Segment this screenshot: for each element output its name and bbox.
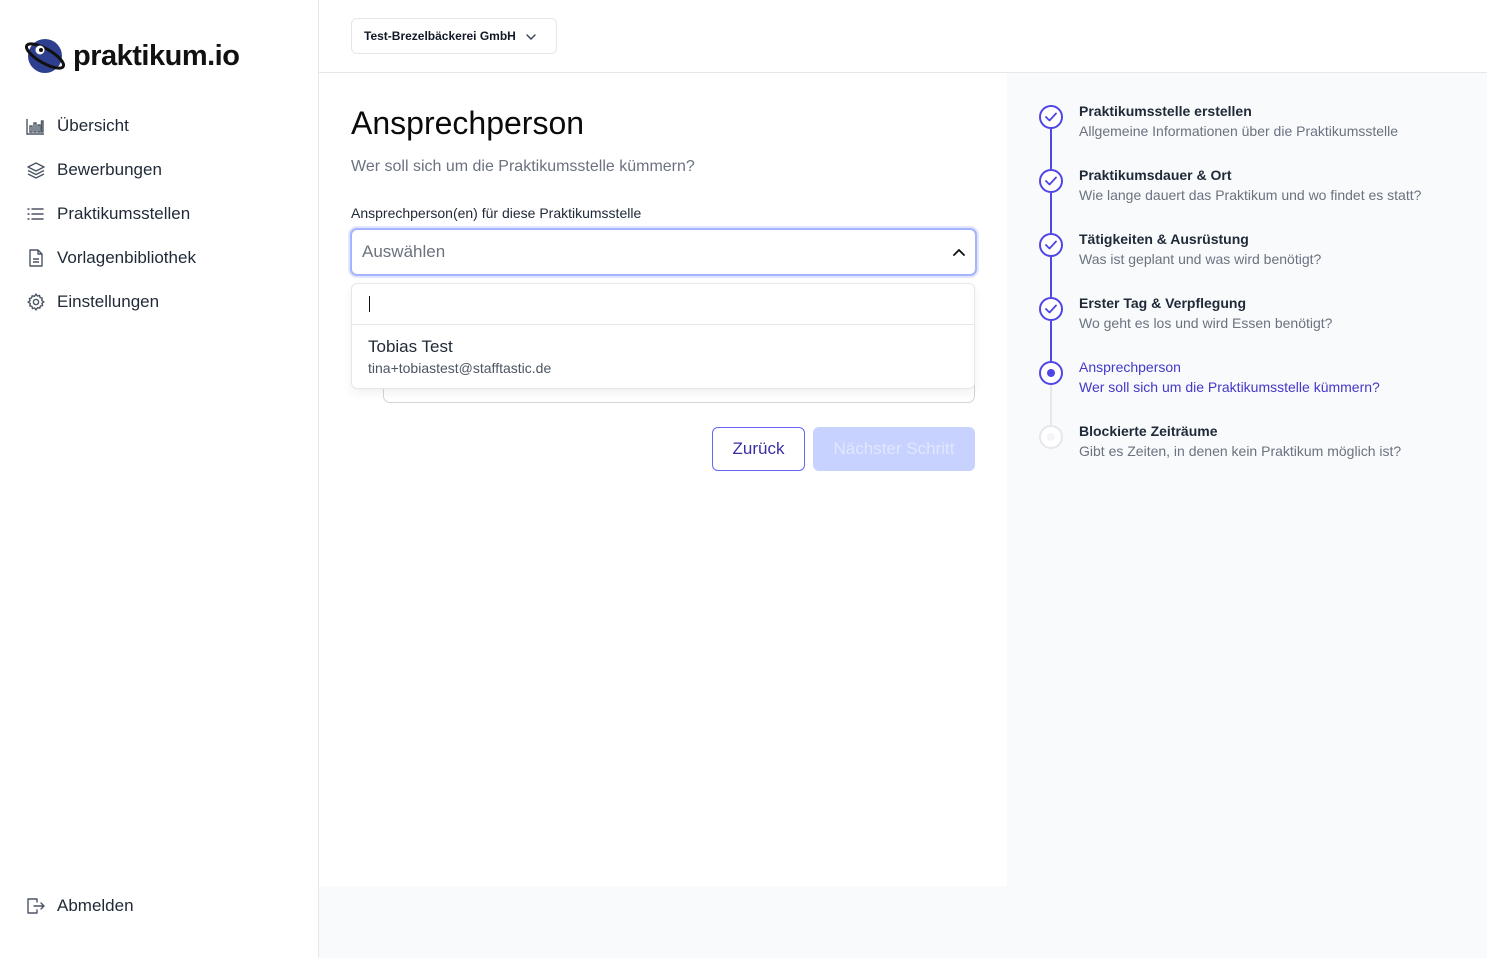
step-connector [1050,257,1052,297]
steps-panel: Praktikumsstelle erstellen Allgemeine In… [1007,73,1487,958]
back-button[interactable]: Zurück [712,427,805,471]
chevron-up-icon [953,243,965,261]
list-icon [26,205,45,224]
check-icon [1039,105,1063,129]
sidebar-item-label: Vorlagenbibliothek [57,248,196,267]
main-content: Ansprechperson Wer soll sich um die Prak… [319,73,1007,886]
step-title: Praktikumsstelle erstellen [1079,103,1252,119]
sidebar-item-label: Praktikumsstellen [57,204,191,223]
step-description: Allgemeine Informationen über die Prakti… [1079,123,1399,139]
step-description: Was ist geplant und was wird benötigt? [1079,251,1322,267]
contact-dropdown: Tobias Test tina+tobiastest@stafftastic.… [351,283,975,389]
next-step-button[interactable]: Nächster Schritt [813,427,975,471]
company-name: Test-Brezelbäckerei GmbH [364,29,516,43]
topbar: Test-Brezelbäckerei GmbH [319,0,1487,73]
option-name: Tobias Test [368,337,453,356]
sidebar-item-bewerbungen[interactable]: Bewerbungen [26,148,296,192]
logout-label: Abmelden [57,896,134,915]
page-subtitle: Wer soll sich um die Praktikumsstelle kü… [351,158,695,175]
sidebar-item-vorlagenbibliothek[interactable]: Vorlagenbibliothek [26,236,296,280]
step-title: Praktikumsdauer & Ort [1079,167,1232,183]
step-connector [1050,193,1052,233]
step-title: Tätigkeiten & Ausrüstung [1079,231,1249,247]
step-title: Erster Tag & Verpflegung [1079,295,1246,311]
step-description: Wo geht es los und wird Essen benötigt? [1079,315,1333,331]
step-description: Wie lange dauert das Praktikum und wo fi… [1079,187,1422,203]
sidebar-item-label: Einstellungen [57,292,160,311]
logout-icon [26,897,45,916]
check-icon [1039,233,1063,257]
current-step-dot-icon [1039,361,1063,385]
step-title: Blockierte Zeiträume [1079,423,1218,439]
dropdown-option[interactable]: Tobias Test tina+tobiastest@stafftastic.… [352,325,974,388]
sidebar-item-label: Übersicht [57,116,129,135]
step-description: Wer soll sich um die Praktikumsstelle kü… [1079,379,1380,395]
page-title: Ansprechperson [351,105,585,141]
step-connector [1050,129,1052,169]
brand-name: praktikum.io [73,39,240,72]
check-icon [1039,297,1063,321]
sidebar-nav: Übersicht Bewerbungen Praktikumsstellen … [26,104,296,324]
upcoming-step-dot-icon [1039,425,1063,449]
logout-button[interactable]: Abmelden [26,884,134,928]
dropdown-search-input[interactable] [352,284,974,325]
step-description: Gibt es Zeiten, in denen kein Praktikum … [1079,443,1402,459]
step-connector [1050,321,1052,361]
chevron-down-icon [526,27,536,45]
step-connector [1050,385,1052,425]
layers-icon [26,161,45,180]
contact-person-select[interactable]: Auswählen [350,228,977,276]
gear-icon [26,293,45,312]
step-title: Ansprechperson [1079,359,1181,375]
text-cursor [369,296,370,312]
sidebar-item-einstellungen[interactable]: Einstellungen [26,280,296,324]
company-select[interactable]: Test-Brezelbäckerei GmbH [351,18,557,54]
sidebar-item-label: Bewerbungen [57,160,162,179]
sidebar: praktikum.io Übersicht Bewerbungen Prakt… [0,0,319,958]
brand-logo[interactable]: praktikum.io [24,37,240,75]
select-placeholder: Auswählen [362,242,446,261]
bar-chart-icon [26,117,45,136]
planet-logo-icon [24,37,66,75]
option-email: tina+tobiastest@stafftastic.de [368,360,552,376]
document-icon [26,249,45,268]
sidebar-item-praktikumsstellen[interactable]: Praktikumsstellen [26,192,296,236]
contact-field-label: Ansprechperson(en) für diese Praktikumss… [351,205,642,221]
check-icon [1039,169,1063,193]
sidebar-item-uebersicht[interactable]: Übersicht [26,104,296,148]
